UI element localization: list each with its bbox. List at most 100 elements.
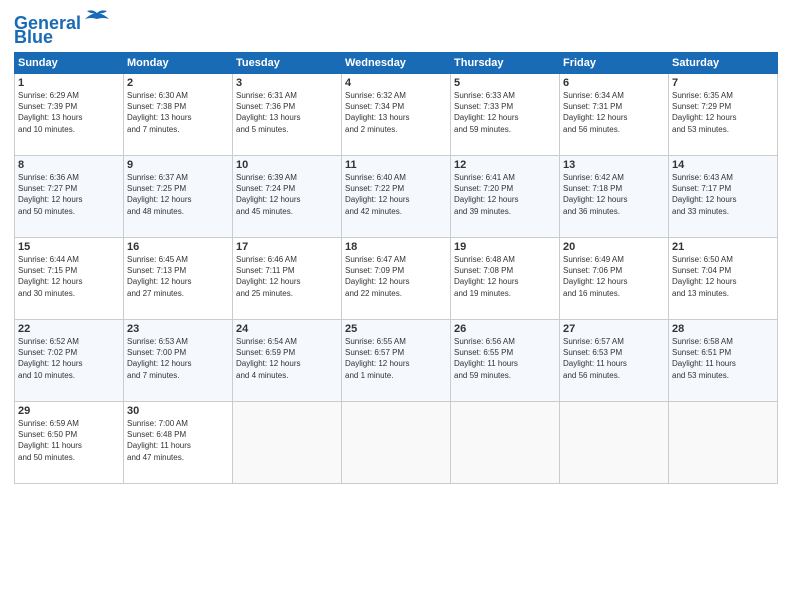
day-number: 22 (18, 323, 120, 335)
day-number: 19 (454, 241, 556, 253)
cell-info: Sunrise: 6:45 AMSunset: 7:13 PMDaylight:… (127, 254, 229, 299)
day-number: 20 (563, 241, 665, 253)
day-number: 13 (563, 159, 665, 171)
calendar-cell: 10Sunrise: 6:39 AMSunset: 7:24 PMDayligh… (233, 156, 342, 238)
day-number: 11 (345, 159, 447, 171)
cell-info: Sunrise: 6:49 AMSunset: 7:06 PMDaylight:… (563, 254, 665, 299)
calendar-cell: 8Sunrise: 6:36 AMSunset: 7:27 PMDaylight… (15, 156, 124, 238)
day-number: 24 (236, 323, 338, 335)
logo: General Blue (14, 10, 111, 46)
calendar-cell: 2Sunrise: 6:30 AMSunset: 7:38 PMDaylight… (124, 74, 233, 156)
cell-info: Sunrise: 6:40 AMSunset: 7:22 PMDaylight:… (345, 172, 447, 217)
cell-info: Sunrise: 7:00 AMSunset: 6:48 PMDaylight:… (127, 418, 229, 463)
calendar-week-row: 15Sunrise: 6:44 AMSunset: 7:15 PMDayligh… (15, 238, 778, 320)
cell-info: Sunrise: 6:42 AMSunset: 7:18 PMDaylight:… (563, 172, 665, 217)
cell-info: Sunrise: 6:54 AMSunset: 6:59 PMDaylight:… (236, 336, 338, 381)
cell-info: Sunrise: 6:39 AMSunset: 7:24 PMDaylight:… (236, 172, 338, 217)
cell-info: Sunrise: 6:34 AMSunset: 7:31 PMDaylight:… (563, 90, 665, 135)
calendar-cell: 28Sunrise: 6:58 AMSunset: 6:51 PMDayligh… (669, 320, 778, 402)
day-number: 2 (127, 77, 229, 89)
calendar-cell: 25Sunrise: 6:55 AMSunset: 6:57 PMDayligh… (342, 320, 451, 402)
weekday-thursday: Thursday (451, 53, 560, 74)
day-number: 12 (454, 159, 556, 171)
cell-info: Sunrise: 6:31 AMSunset: 7:36 PMDaylight:… (236, 90, 338, 135)
cell-info: Sunrise: 6:36 AMSunset: 7:27 PMDaylight:… (18, 172, 120, 217)
calendar-cell: 6Sunrise: 6:34 AMSunset: 7:31 PMDaylight… (560, 74, 669, 156)
cell-info: Sunrise: 6:29 AMSunset: 7:39 PMDaylight:… (18, 90, 120, 135)
calendar-cell (233, 402, 342, 484)
day-number: 7 (672, 77, 774, 89)
cell-info: Sunrise: 6:56 AMSunset: 6:55 PMDaylight:… (454, 336, 556, 381)
day-number: 5 (454, 77, 556, 89)
cell-info: Sunrise: 6:52 AMSunset: 7:02 PMDaylight:… (18, 336, 120, 381)
weekday-header-row: SundayMondayTuesdayWednesdayThursdayFrid… (15, 53, 778, 74)
calendar-week-row: 22Sunrise: 6:52 AMSunset: 7:02 PMDayligh… (15, 320, 778, 402)
cell-info: Sunrise: 6:33 AMSunset: 7:33 PMDaylight:… (454, 90, 556, 135)
day-number: 3 (236, 77, 338, 89)
logo-bird-icon (83, 9, 111, 29)
logo-blue-text: Blue (14, 28, 53, 46)
calendar-cell: 16Sunrise: 6:45 AMSunset: 7:13 PMDayligh… (124, 238, 233, 320)
weekday-friday: Friday (560, 53, 669, 74)
cell-info: Sunrise: 6:47 AMSunset: 7:09 PMDaylight:… (345, 254, 447, 299)
cell-info: Sunrise: 6:41 AMSunset: 7:20 PMDaylight:… (454, 172, 556, 217)
day-number: 9 (127, 159, 229, 171)
calendar-page: General Blue SundayMondayTuesdayWednesda… (0, 0, 792, 612)
calendar-cell: 4Sunrise: 6:32 AMSunset: 7:34 PMDaylight… (342, 74, 451, 156)
cell-info: Sunrise: 6:37 AMSunset: 7:25 PMDaylight:… (127, 172, 229, 217)
calendar-cell: 26Sunrise: 6:56 AMSunset: 6:55 PMDayligh… (451, 320, 560, 402)
calendar-cell: 29Sunrise: 6:59 AMSunset: 6:50 PMDayligh… (15, 402, 124, 484)
calendar-cell: 22Sunrise: 6:52 AMSunset: 7:02 PMDayligh… (15, 320, 124, 402)
day-number: 21 (672, 241, 774, 253)
day-number: 23 (127, 323, 229, 335)
calendar-cell (560, 402, 669, 484)
cell-info: Sunrise: 6:58 AMSunset: 6:51 PMDaylight:… (672, 336, 774, 381)
cell-info: Sunrise: 6:59 AMSunset: 6:50 PMDaylight:… (18, 418, 120, 463)
cell-info: Sunrise: 6:30 AMSunset: 7:38 PMDaylight:… (127, 90, 229, 135)
day-number: 30 (127, 405, 229, 417)
calendar-cell: 30Sunrise: 7:00 AMSunset: 6:48 PMDayligh… (124, 402, 233, 484)
day-number: 16 (127, 241, 229, 253)
cell-info: Sunrise: 6:44 AMSunset: 7:15 PMDaylight:… (18, 254, 120, 299)
calendar-week-row: 1Sunrise: 6:29 AMSunset: 7:39 PMDaylight… (15, 74, 778, 156)
calendar-cell: 24Sunrise: 6:54 AMSunset: 6:59 PMDayligh… (233, 320, 342, 402)
calendar-cell: 23Sunrise: 6:53 AMSunset: 7:00 PMDayligh… (124, 320, 233, 402)
day-number: 18 (345, 241, 447, 253)
cell-info: Sunrise: 6:55 AMSunset: 6:57 PMDaylight:… (345, 336, 447, 381)
calendar-cell: 13Sunrise: 6:42 AMSunset: 7:18 PMDayligh… (560, 156, 669, 238)
calendar-cell: 18Sunrise: 6:47 AMSunset: 7:09 PMDayligh… (342, 238, 451, 320)
day-number: 10 (236, 159, 338, 171)
cell-info: Sunrise: 6:43 AMSunset: 7:17 PMDaylight:… (672, 172, 774, 217)
weekday-tuesday: Tuesday (233, 53, 342, 74)
calendar-cell: 11Sunrise: 6:40 AMSunset: 7:22 PMDayligh… (342, 156, 451, 238)
calendar-cell: 15Sunrise: 6:44 AMSunset: 7:15 PMDayligh… (15, 238, 124, 320)
calendar-cell: 19Sunrise: 6:48 AMSunset: 7:08 PMDayligh… (451, 238, 560, 320)
cell-info: Sunrise: 6:57 AMSunset: 6:53 PMDaylight:… (563, 336, 665, 381)
calendar-body: 1Sunrise: 6:29 AMSunset: 7:39 PMDaylight… (15, 74, 778, 484)
calendar-week-row: 8Sunrise: 6:36 AMSunset: 7:27 PMDaylight… (15, 156, 778, 238)
cell-info: Sunrise: 6:46 AMSunset: 7:11 PMDaylight:… (236, 254, 338, 299)
calendar-cell: 9Sunrise: 6:37 AMSunset: 7:25 PMDaylight… (124, 156, 233, 238)
day-number: 8 (18, 159, 120, 171)
calendar-cell: 20Sunrise: 6:49 AMSunset: 7:06 PMDayligh… (560, 238, 669, 320)
calendar-cell: 3Sunrise: 6:31 AMSunset: 7:36 PMDaylight… (233, 74, 342, 156)
calendar-table: SundayMondayTuesdayWednesdayThursdayFrid… (14, 52, 778, 484)
calendar-header: SundayMondayTuesdayWednesdayThursdayFrid… (15, 53, 778, 74)
day-number: 29 (18, 405, 120, 417)
calendar-cell (451, 402, 560, 484)
cell-info: Sunrise: 6:48 AMSunset: 7:08 PMDaylight:… (454, 254, 556, 299)
day-number: 1 (18, 77, 120, 89)
cell-info: Sunrise: 6:32 AMSunset: 7:34 PMDaylight:… (345, 90, 447, 135)
calendar-cell: 7Sunrise: 6:35 AMSunset: 7:29 PMDaylight… (669, 74, 778, 156)
cell-info: Sunrise: 6:35 AMSunset: 7:29 PMDaylight:… (672, 90, 774, 135)
day-number: 27 (563, 323, 665, 335)
day-number: 26 (454, 323, 556, 335)
weekday-monday: Monday (124, 53, 233, 74)
calendar-cell: 1Sunrise: 6:29 AMSunset: 7:39 PMDaylight… (15, 74, 124, 156)
day-number: 25 (345, 323, 447, 335)
calendar-cell: 27Sunrise: 6:57 AMSunset: 6:53 PMDayligh… (560, 320, 669, 402)
calendar-cell (669, 402, 778, 484)
day-number: 14 (672, 159, 774, 171)
weekday-saturday: Saturday (669, 53, 778, 74)
day-number: 6 (563, 77, 665, 89)
